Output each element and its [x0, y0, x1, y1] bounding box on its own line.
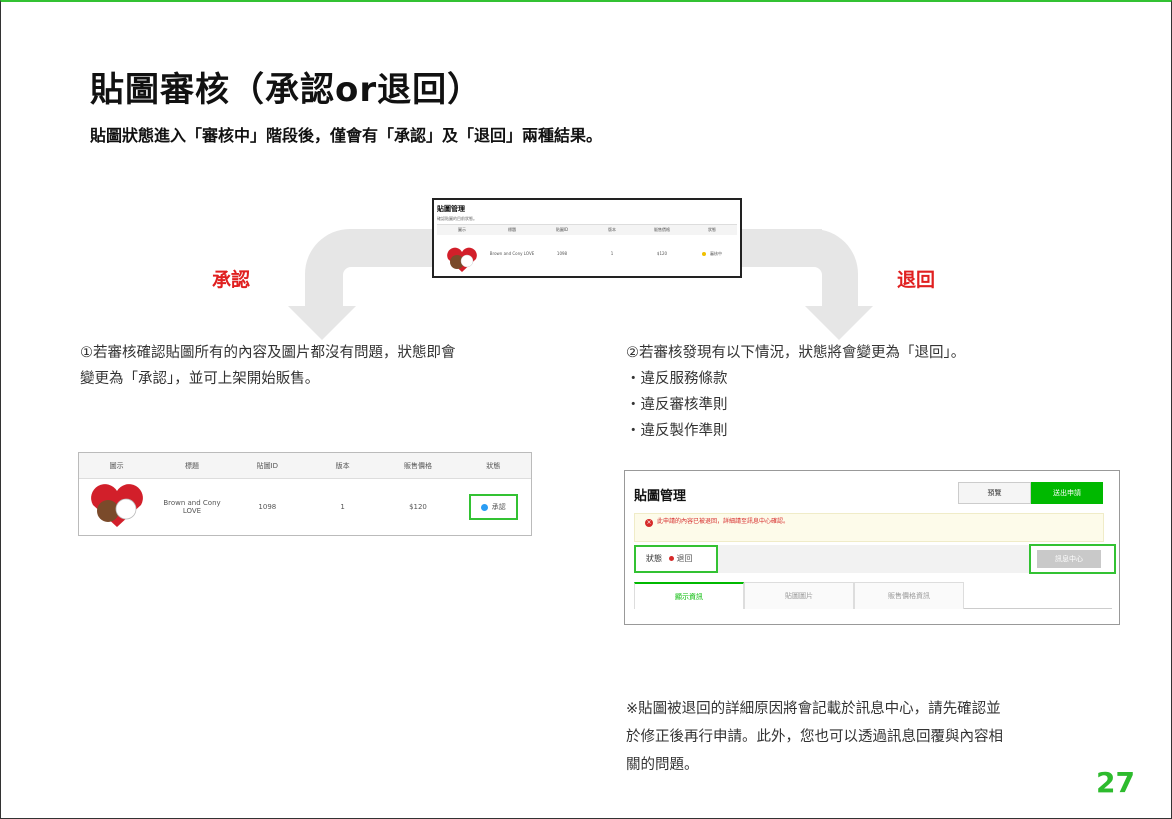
rejected-sticker-panel: 貼圖管理 預覽 送出申請 × 此申請的內容已被退回，詳細請至訊息中心確認。 狀態…	[624, 470, 1120, 625]
sticker-thumbnail-icon	[447, 247, 477, 272]
sticker-status-panel-small: 貼圖管理 確認貼圖的目前狀態。 圖示 標題 貼圖ID 版本 販售價格 狀態 Brown a…	[432, 198, 742, 278]
mini-panel-title: 貼圖管理	[437, 205, 465, 213]
tab-price-info[interactable]: 販售價格資訊	[854, 582, 964, 609]
reject-label: 退回	[897, 269, 936, 291]
footnote: ※貼圖被退回的詳細原因將會記載於訊息中心，請先確認並 於修正後再行申請。此外，您…	[626, 701, 1003, 773]
status-row: 狀態 退回 訊息中心	[634, 544, 1116, 574]
tab-sticker-images[interactable]: 貼圖圖片	[744, 582, 854, 609]
approve-label: 承認	[212, 269, 251, 291]
approve-description: ①若審核確認貼圖所有的內容及圖片都沒有問題，狀態即會 變更為「承認」，並可上架開…	[80, 345, 456, 387]
table-row: Brown and Cony LOVE 1098 1 $120 承認	[79, 479, 531, 535]
panel-title: 貼圖管理	[634, 489, 687, 504]
status-badge: 承認	[468, 494, 518, 520]
tab-display-info[interactable]: 顯示資訊	[634, 582, 744, 609]
rejection-alert: × 此申請的內容已被退回，詳細請至訊息中心確認。	[634, 513, 1104, 542]
table-header: 圖示 標題 貼圖ID 版本 販售價格 狀態	[79, 453, 531, 479]
reject-description: ②若審核發現有以下情況，狀態將會變更為「退回」。 ・違反服務條款 ・違反審核準則…	[626, 345, 966, 439]
approved-sticker-table: 圖示 標題 貼圖ID 版本 販售價格 狀態 Brown and Cony LOVE 1098…	[78, 452, 532, 536]
panel-tabs: 顯示資訊 貼圖圖片 販售價格資訊	[634, 582, 1112, 609]
page-number: 27	[1096, 766, 1135, 799]
page-subtitle: 貼圖狀態進入「審核中」階段後，僅會有「承認」及「退回」兩種結果。	[90, 126, 603, 145]
preview-button[interactable]: 預覽	[958, 482, 1031, 504]
mini-table-row: Brown and Cony LOVE 1098 1 $120 審核中	[437, 247, 737, 272]
status-badge: 狀態 退回	[634, 545, 718, 573]
mini-table-header: 圖示 標題 貼圖ID 版本 販售價格 狀態	[437, 225, 737, 235]
submit-button[interactable]: 送出申請	[1031, 482, 1103, 504]
mini-panel-subtitle: 確認貼圖的目前狀態。	[437, 216, 477, 221]
sticker-thumbnail-icon	[90, 484, 143, 527]
page-title: 貼圖審核（承認or退回）	[90, 70, 483, 110]
alert-icon: ×	[645, 519, 653, 527]
message-center-button[interactable]: 訊息中心	[1037, 550, 1101, 568]
